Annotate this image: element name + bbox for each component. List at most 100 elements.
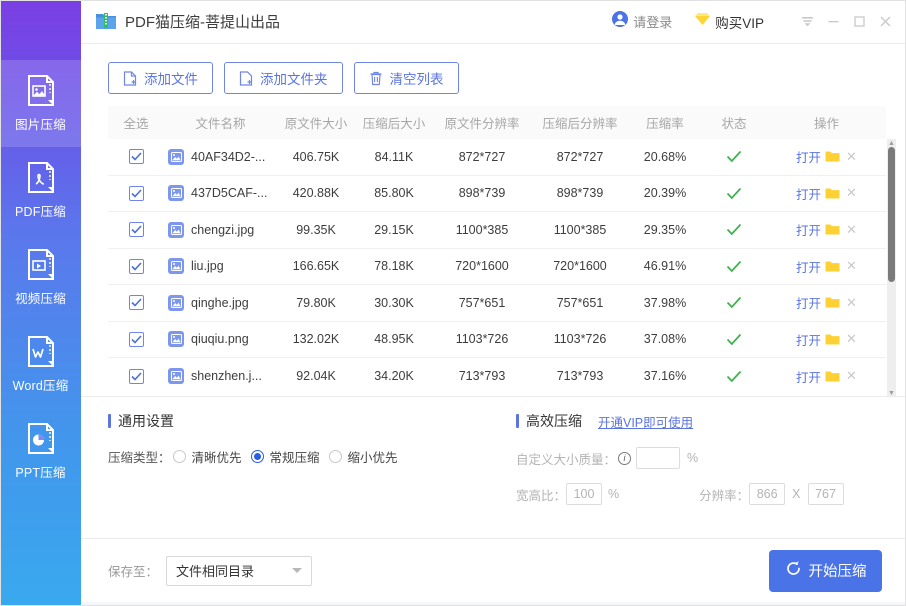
- table-row[interactable]: 40AF34D2-... 406.75K 84.11K 872*727 872*727 2…: [108, 139, 886, 176]
- open-vip-link[interactable]: 开通VIP即可使用: [598, 412, 693, 431]
- remove-row-icon[interactable]: ✕: [846, 149, 857, 165]
- row-actions: 打开 ✕: [767, 220, 886, 239]
- resolution-width-input[interactable]: 866: [749, 483, 786, 505]
- row-checkbox-cell[interactable]: [108, 185, 164, 201]
- maximize-icon[interactable]: [846, 9, 872, 35]
- open-file-link[interactable]: 打开: [796, 367, 821, 386]
- header-select-all[interactable]: 全选: [108, 113, 164, 132]
- login-label: 请登录: [633, 15, 673, 30]
- row-checkbox[interactable]: [128, 222, 144, 238]
- sidebar-item-ppt-compress[interactable]: PPT压缩: [0, 408, 81, 495]
- row-original-resolution: 1103*726: [455, 332, 509, 347]
- open-file-link[interactable]: 打开: [796, 330, 821, 349]
- info-icon[interactable]: i: [618, 451, 632, 465]
- row-checkbox-cell[interactable]: [108, 331, 164, 347]
- row-status: [701, 260, 767, 273]
- row-status: [701, 187, 767, 200]
- remove-row-icon[interactable]: ✕: [846, 185, 857, 201]
- table-scrollbar[interactable]: ▲ ▼: [887, 139, 896, 397]
- check-icon: [726, 224, 742, 236]
- row-file-name-cell: shenzhen.j...: [164, 368, 277, 385]
- row-checkbox[interactable]: [128, 368, 144, 384]
- resolution-height-input[interactable]: 767: [807, 483, 844, 505]
- row-file-name: 437D5CAF-...: [191, 186, 268, 201]
- add-file-label: 添加文件: [144, 72, 198, 87]
- buy-vip-button[interactable]: 购买VIP: [694, 12, 764, 32]
- sidebar-item-image-compress[interactable]: 图片压缩: [0, 60, 81, 147]
- row-checkbox[interactable]: [128, 331, 144, 347]
- aspect-ratio-input[interactable]: 100: [566, 483, 603, 505]
- open-file-link[interactable]: 打开: [796, 147, 821, 166]
- row-checkbox[interactable]: [128, 185, 144, 201]
- radio-size-priority[interactable]: 缩小优先: [328, 447, 398, 466]
- header-original-resolution: 原文件分辨率: [444, 117, 520, 131]
- row-original-size: 79.80K: [296, 295, 336, 310]
- scroll-up-arrow[interactable]: ▲: [887, 139, 896, 147]
- remove-row-icon[interactable]: ✕: [846, 295, 857, 311]
- table-row[interactable]: shenzhen.j... 92.04K 34.20K 713*793 713*793 3…: [108, 358, 886, 395]
- menu-icon[interactable]: [794, 9, 820, 35]
- row-checkbox[interactable]: [128, 149, 144, 165]
- row-checkbox[interactable]: [128, 295, 144, 311]
- row-checkbox-cell[interactable]: [108, 295, 164, 311]
- add-file-button[interactable]: 添加文件: [108, 62, 213, 94]
- scrollbar-thumb[interactable]: [888, 147, 895, 282]
- save-location-select[interactable]: 文件相同目录: [166, 555, 313, 586]
- open-file-link[interactable]: 打开: [796, 293, 821, 312]
- sidebar-item-label: PPT压缩: [15, 466, 66, 480]
- row-checkbox-cell[interactable]: [108, 149, 164, 165]
- table-row[interactable]: 437D5CAF-... 420.88K 85.80K 898*739 898*739 2…: [108, 176, 886, 212]
- quality-input[interactable]: [636, 447, 681, 469]
- remove-row-icon[interactable]: ✕: [846, 331, 857, 347]
- folder-icon[interactable]: [825, 150, 840, 163]
- resolution-label: 分辨率：: [699, 488, 750, 503]
- radio-clarity-priority[interactable]: 清晰优先: [172, 447, 242, 466]
- file-table: 全选 文件名称 原文件大小 压缩后大小 原文件分辨率 压缩后分辨率 压缩率 状态…: [108, 106, 896, 397]
- table-row[interactable]: qiuqiu.png 132.02K 48.95K 1103*726 1103*726 3…: [108, 322, 886, 358]
- remove-row-icon[interactable]: ✕: [846, 258, 857, 274]
- table-row[interactable]: chengzi.jpg 99.35K 29.15K 1100*385 1100*385 2…: [108, 212, 886, 249]
- close-icon[interactable]: [872, 9, 898, 35]
- table-row[interactable]: liu.jpg 166.65K 78.18K 720*1600 720*1600 46.9…: [108, 249, 886, 285]
- start-compress-button[interactable]: 开始压缩: [769, 549, 882, 592]
- image-file-icon: [168, 221, 184, 238]
- table-row[interactable]: qinghe.jpg 79.80K 30.30K 757*651 757*651 37.9…: [108, 285, 886, 322]
- folder-icon[interactable]: [825, 333, 840, 346]
- open-file-link[interactable]: 打开: [796, 257, 821, 276]
- row-file-name-cell: qiuqiu.png: [164, 331, 277, 348]
- row-ratio: 29.35%: [643, 222, 687, 237]
- image-file-icon: [168, 368, 184, 385]
- row-file-name-cell: 40AF34D2-...: [164, 148, 277, 165]
- row-file-name-cell: qinghe.jpg: [164, 294, 277, 311]
- add-folder-button[interactable]: 添加文件夹: [224, 62, 343, 94]
- minimize-icon[interactable]: [820, 9, 846, 35]
- row-compressed-resolution: 1100*385: [553, 222, 607, 237]
- folder-icon[interactable]: [825, 187, 840, 200]
- remove-row-icon[interactable]: ✕: [846, 368, 857, 384]
- row-checkbox-cell[interactable]: [108, 368, 164, 384]
- save-to-label: 保存至：: [108, 565, 159, 579]
- row-checkbox[interactable]: [128, 258, 144, 274]
- clear-list-button[interactable]: 清空列表: [353, 62, 459, 94]
- quality-row: 自定义大小质量： i %: [516, 447, 886, 469]
- sidebar-item-video-compress[interactable]: 视频压缩: [0, 234, 81, 321]
- general-settings-panel: 通用设置 压缩类型： 清晰优先 常规压缩 缩小优先: [108, 411, 516, 538]
- sidebar-item-word-compress[interactable]: Word压缩: [0, 321, 81, 408]
- folder-icon[interactable]: [825, 296, 840, 309]
- folder-icon[interactable]: [825, 370, 840, 383]
- row-compressed-resolution: 713*793: [556, 369, 604, 384]
- open-file-link[interactable]: 打开: [796, 184, 821, 203]
- sidebar-item-pdf-compress[interactable]: PDF压缩: [0, 147, 81, 234]
- radio-normal-compress[interactable]: 常规压缩: [250, 447, 320, 466]
- row-checkbox-cell[interactable]: [108, 258, 164, 274]
- trash-icon: [369, 71, 383, 86]
- row-checkbox-cell[interactable]: [108, 222, 164, 238]
- remove-row-icon[interactable]: ✕: [846, 222, 857, 238]
- row-status: [701, 333, 767, 346]
- open-file-link[interactable]: 打开: [796, 220, 821, 239]
- folder-plus-icon: [239, 70, 253, 86]
- login-button[interactable]: 请登录: [612, 11, 672, 32]
- folder-icon[interactable]: [825, 223, 840, 236]
- check-icon: [726, 297, 742, 309]
- folder-icon[interactable]: [825, 260, 840, 273]
